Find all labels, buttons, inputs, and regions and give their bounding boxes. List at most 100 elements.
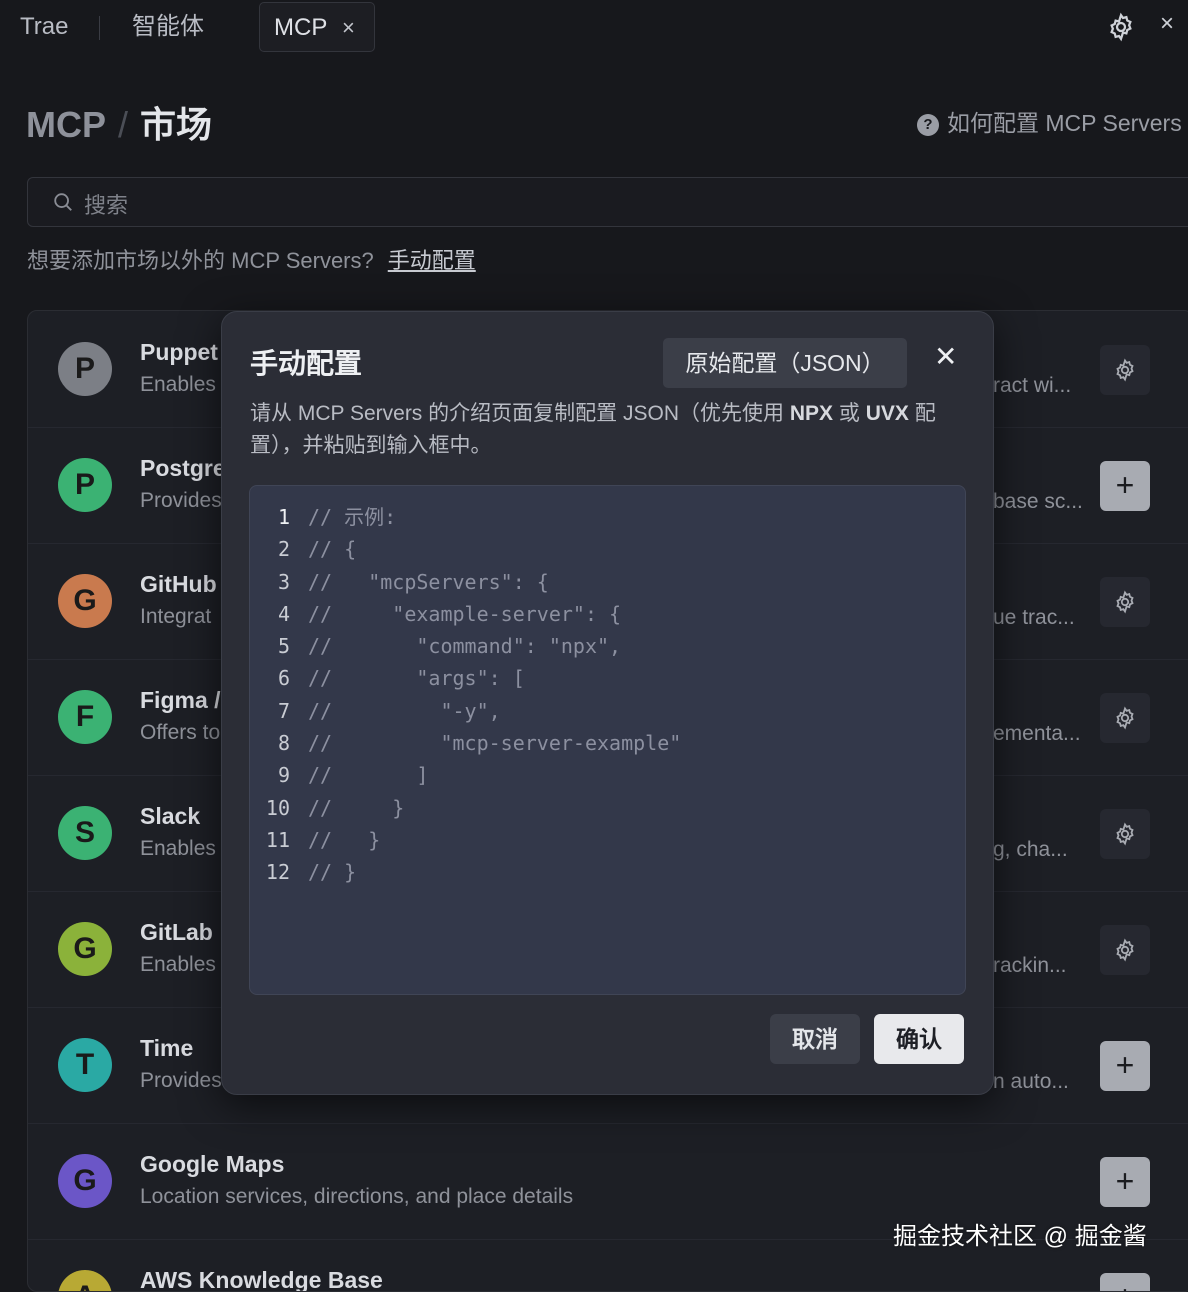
server-description-tail: ue trac... <box>993 606 1075 629</box>
line-number: 5 <box>277 634 290 659</box>
server-settings-button[interactable] <box>1100 809 1150 859</box>
server-description-tail: n auto... <box>993 1070 1069 1093</box>
server-description: Enables <box>140 953 216 976</box>
line-number: 1 <box>277 505 290 529</box>
desc-uvx: UVX <box>865 402 909 425</box>
server-description: Location services, directions, and place… <box>140 1185 574 1208</box>
watermark: 掘金技术社区 @ 掘金酱 <box>893 1223 1147 1250</box>
server-name: GitLab <box>140 919 213 945</box>
tab-mcp-label: MCP <box>274 14 328 41</box>
search-placeholder: 搜索 <box>84 193 129 218</box>
json-code-editor[interactable]: 1 // 示例: 2 // {3 // "mcpServers": {4 // "exam… <box>249 485 966 995</box>
dialog-title: 手动配置 <box>250 348 363 379</box>
breadcrumb-separator: / <box>118 104 129 145</box>
server-avatar: A <box>58 1270 112 1291</box>
server-settings-button[interactable] <box>1100 693 1150 743</box>
server-avatar: S <box>58 806 112 860</box>
code-text: // { <box>308 537 357 562</box>
help-icon: ? <box>917 114 939 136</box>
code-text: // "-y", <box>308 698 501 723</box>
line-number: 11 <box>265 827 290 852</box>
server-description: Provides <box>140 489 222 512</box>
server-description-tail: base sc... <box>993 490 1083 513</box>
line-number: 7 <box>277 698 290 723</box>
search-input[interactable]: 搜索 <box>27 177 1188 227</box>
server-description: Enables <box>140 837 216 860</box>
help-link-label: 如何配置 MCP Servers <box>947 110 1182 136</box>
server-description-tail: rackin... <box>993 954 1067 977</box>
manual-config-hint: 想要添加市场以外的 MCP Servers? 手动配置 <box>27 243 476 275</box>
code-text: // "example-server": { <box>308 601 622 626</box>
server-name: Slack <box>140 803 201 829</box>
raw-config-json-button[interactable]: 原始配置（JSON） <box>663 338 907 388</box>
tab-bar: Trae 智能体 MCP × × <box>0 0 1188 56</box>
server-name: Puppet <box>140 339 218 365</box>
line-number: 4 <box>277 601 290 626</box>
server-name: GitHub <box>140 571 217 597</box>
gear-icon <box>1116 358 1134 382</box>
server-description-tail: g, cha... <box>993 838 1068 861</box>
server-description: Offers to <box>140 721 221 744</box>
code-text: // } <box>308 860 357 885</box>
desc-part-a: 请从 MCP Servers 的介绍页面复制配置 JSON（优先使用 <box>250 402 790 425</box>
server-avatar: P <box>58 458 112 512</box>
tab-close-icon[interactable]: × <box>342 3 355 53</box>
page-title: MCP / 市场 <box>26 96 212 148</box>
line-number: 2 <box>277 537 290 562</box>
gear-icon <box>1116 822 1134 846</box>
server-settings-button[interactable] <box>1100 577 1150 627</box>
add-server-button[interactable]: + <box>1100 1157 1150 1207</box>
line-number: 12 <box>265 860 290 885</box>
code-text: // } <box>308 795 405 820</box>
gear-icon <box>1116 706 1134 730</box>
desc-part-b: 或 <box>833 402 866 425</box>
breadcrumb-mcp[interactable]: MCP <box>26 104 106 145</box>
line-number: 3 <box>277 569 290 594</box>
desc-npx: NPX <box>789 402 834 425</box>
line-number: 8 <box>277 731 290 756</box>
hint-text: 想要添加市场以外的 MCP Servers? <box>27 248 374 273</box>
search-icon <box>54 193 72 211</box>
line-number: 9 <box>277 763 290 788</box>
server-name: Google Maps <box>140 1151 285 1177</box>
server-description: Provides <box>140 1069 222 1092</box>
help-link[interactable]: ? 如何配置 MCP Servers <box>917 104 1182 138</box>
server-avatar: P <box>58 342 112 396</box>
confirm-button[interactable]: 确认 <box>874 1014 964 1064</box>
server-name: Figma / <box>140 687 221 713</box>
cancel-button[interactable]: 取消 <box>770 1014 860 1064</box>
add-server-button[interactable]: + <box>1100 461 1150 511</box>
tab-trae[interactable]: Trae <box>20 0 68 52</box>
code-text: // "mcp-server-example" <box>308 731 682 756</box>
manual-config-dialog: 手动配置 原始配置（JSON） ✕ 请从 MCP Servers 的介绍页面复制… <box>221 311 994 1095</box>
server-settings-button[interactable] <box>1100 925 1150 975</box>
server-description: Integrat <box>140 605 212 628</box>
add-server-button[interactable]: + <box>1100 1273 1150 1291</box>
code-text: // "args": [ <box>308 666 525 691</box>
breadcrumb-current: 市场 <box>140 104 213 145</box>
server-avatar: F <box>58 690 112 744</box>
line-number: 10 <box>265 795 290 820</box>
server-description-tail: ract wi... <box>993 374 1072 397</box>
window-close-icon[interactable]: × <box>1160 10 1174 38</box>
tab-divider <box>99 16 100 40</box>
server-description: Enables <box>140 373 216 396</box>
dialog-close-icon[interactable]: ✕ <box>934 340 957 373</box>
tab-mcp[interactable]: MCP × <box>259 2 375 52</box>
gear-icon <box>1116 938 1134 962</box>
dialog-description: 请从 MCP Servers 的介绍页面复制配置 JSON（优先使用 NPX 或… <box>250 398 962 462</box>
settings-gear-icon[interactable] <box>1106 12 1136 42</box>
code-text: // } <box>308 827 381 852</box>
manual-config-link[interactable]: 手动配置 <box>388 248 476 273</box>
code-text: // "mcpServers": { <box>308 569 549 594</box>
server-name: Time <box>140 1035 194 1061</box>
server-avatar: T <box>58 1038 112 1092</box>
tab-agent[interactable]: 智能体 <box>132 0 204 52</box>
line-number: 6 <box>277 666 290 691</box>
server-name: Postgre <box>140 455 226 481</box>
gear-icon <box>1116 590 1134 614</box>
server-settings-button[interactable] <box>1100 345 1150 395</box>
server-avatar: G <box>58 922 112 976</box>
server-avatar: G <box>58 1154 112 1208</box>
add-server-button[interactable]: + <box>1100 1041 1150 1091</box>
